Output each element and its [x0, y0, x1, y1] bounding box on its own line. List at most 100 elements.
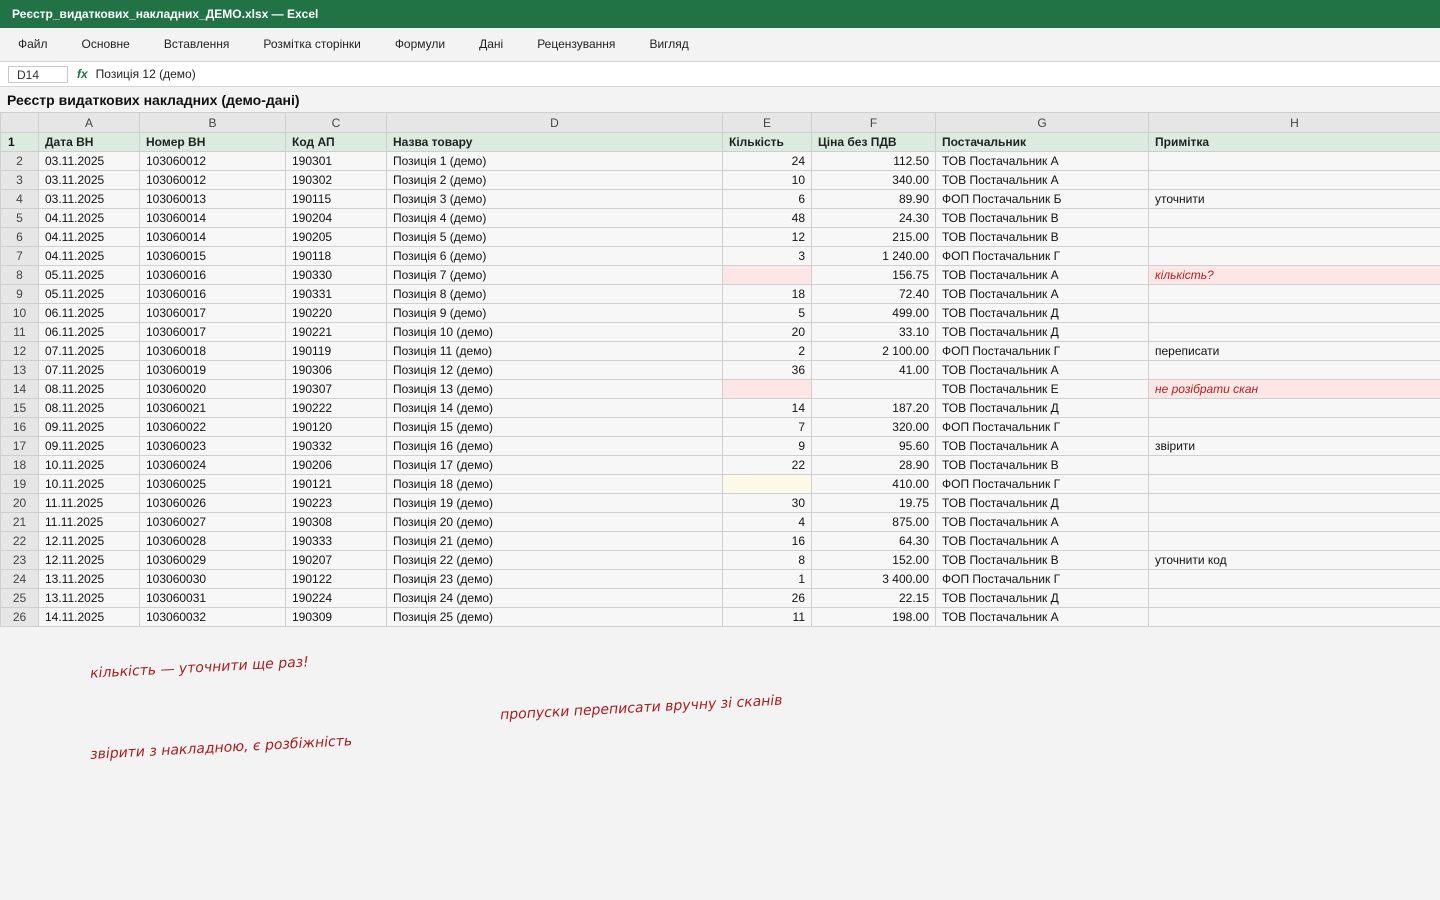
cell-price[interactable]: 72.40: [811, 284, 936, 304]
cell-name[interactable]: Позиція 13 (демо): [386, 379, 723, 399]
cell-note[interactable]: [1148, 246, 1440, 266]
cell-date[interactable]: 07.11.2025: [38, 341, 140, 361]
cell-supplier[interactable]: ТОВ Постачальник Д: [935, 303, 1149, 323]
cell-date[interactable]: 11.11.2025: [38, 512, 140, 532]
menu-data[interactable]: Дані: [462, 28, 520, 61]
row-number[interactable]: 23: [0, 550, 39, 570]
cell-qty[interactable]: [722, 379, 812, 399]
cell-date[interactable]: 05.11.2025: [38, 265, 140, 285]
cell-supplier[interactable]: ТОВ Постачальник Д: [935, 322, 1149, 342]
cell-doc[interactable]: 103060021: [139, 398, 286, 418]
cell-qty[interactable]: 12: [722, 227, 812, 247]
cell-supplier[interactable]: ФОП Постачальник Г: [935, 246, 1149, 266]
cell-price[interactable]: 24.30: [811, 208, 936, 228]
cell-code[interactable]: 190122: [285, 569, 387, 589]
cell-note[interactable]: [1148, 151, 1440, 171]
row-number[interactable]: 24: [0, 569, 39, 589]
cell-note[interactable]: [1148, 588, 1440, 608]
cell-supplier[interactable]: ТОВ Постачальник А: [935, 265, 1149, 285]
cell-name[interactable]: Позиція 24 (демо): [386, 588, 723, 608]
cell-price[interactable]: 64.30: [811, 531, 936, 551]
cell-code[interactable]: 190121: [285, 474, 387, 494]
fx-icon[interactable]: fx: [77, 67, 88, 81]
cell-price[interactable]: 28.90: [811, 455, 936, 475]
cell-doc[interactable]: 103060030: [139, 569, 286, 589]
row-number[interactable]: 15: [0, 398, 39, 418]
row-number[interactable]: 14: [0, 379, 39, 399]
cell-date[interactable]: 03.11.2025: [38, 170, 140, 190]
cell-qty[interactable]: 2: [722, 341, 812, 361]
cell-code[interactable]: 190205: [285, 227, 387, 247]
cell-price[interactable]: 156.75: [811, 265, 936, 285]
cell-supplier[interactable]: ТОВ Постачальник А: [935, 607, 1149, 627]
cell-price[interactable]: 1 240.00: [811, 246, 936, 266]
cell-price[interactable]: 410.00: [811, 474, 936, 494]
cell-code[interactable]: 190207: [285, 550, 387, 570]
row-number[interactable]: 5: [0, 208, 39, 228]
cell-code[interactable]: 190333: [285, 531, 387, 551]
cell-doc[interactable]: 103060017: [139, 322, 286, 342]
column-header[interactable]: D: [386, 112, 723, 133]
cell-supplier[interactable]: ТОВ Постачальник А: [935, 531, 1149, 551]
cell-doc[interactable]: 103060028: [139, 531, 286, 551]
row-number[interactable]: 6: [0, 227, 39, 247]
header-cell[interactable]: Номер ВН: [139, 132, 286, 152]
cell-name[interactable]: Позиція 5 (демо): [386, 227, 723, 247]
cell-qty[interactable]: 14: [722, 398, 812, 418]
header-cell[interactable]: Примітка: [1148, 132, 1440, 152]
cell-code[interactable]: 190301: [285, 151, 387, 171]
cell-date[interactable]: 09.11.2025: [38, 436, 140, 456]
cell-supplier[interactable]: ТОВ Постачальник А: [935, 436, 1149, 456]
cell-name[interactable]: Позиція 19 (демо): [386, 493, 723, 513]
cell-price[interactable]: [811, 379, 936, 399]
cell-supplier[interactable]: ТОВ Постачальник Д: [935, 493, 1149, 513]
row-number[interactable]: 1: [0, 132, 39, 152]
cell-doc[interactable]: 103060023: [139, 436, 286, 456]
select-all-corner[interactable]: [0, 112, 39, 133]
cell-date[interactable]: 04.11.2025: [38, 246, 140, 266]
cell-qty[interactable]: 18: [722, 284, 812, 304]
cell-date[interactable]: 07.11.2025: [38, 360, 140, 380]
cell-doc[interactable]: 103060012: [139, 151, 286, 171]
cell-note[interactable]: [1148, 360, 1440, 380]
cell-note[interactable]: [1148, 398, 1440, 418]
cell-name[interactable]: Позиція 10 (демо): [386, 322, 723, 342]
cell-code[interactable]: 190332: [285, 436, 387, 456]
cell-date[interactable]: 11.11.2025: [38, 493, 140, 513]
cell-code[interactable]: 190308: [285, 512, 387, 532]
cell-name[interactable]: Позиція 11 (демо): [386, 341, 723, 361]
cell-name[interactable]: Позиція 9 (демо): [386, 303, 723, 323]
cell-qty[interactable]: 20: [722, 322, 812, 342]
cell-qty[interactable]: 24: [722, 151, 812, 171]
cell-qty[interactable]: 7: [722, 417, 812, 437]
header-cell[interactable]: Назва товару: [386, 132, 723, 152]
cell-note[interactable]: уточнити: [1148, 189, 1440, 209]
cell-name[interactable]: Позиція 23 (демо): [386, 569, 723, 589]
cell-qty[interactable]: [722, 265, 812, 285]
cell-code[interactable]: 190206: [285, 455, 387, 475]
cell-note[interactable]: [1148, 531, 1440, 551]
cell-price[interactable]: 320.00: [811, 417, 936, 437]
cell-doc[interactable]: 103060014: [139, 227, 286, 247]
cell-qty[interactable]: 6: [722, 189, 812, 209]
menu-formulas[interactable]: Формули: [378, 28, 462, 61]
menu-review[interactable]: Рецензування: [520, 28, 632, 61]
cell-supplier[interactable]: ФОП Постачальник Г: [935, 341, 1149, 361]
cell-price[interactable]: 3 400.00: [811, 569, 936, 589]
menu-home[interactable]: Основне: [65, 28, 147, 61]
cell-date[interactable]: 13.11.2025: [38, 569, 140, 589]
cell-note[interactable]: [1148, 607, 1440, 627]
cell-qty[interactable]: 1: [722, 569, 812, 589]
cell-supplier[interactable]: ТОВ Постачальник А: [935, 360, 1149, 380]
row-number[interactable]: 17: [0, 436, 39, 456]
cell-name[interactable]: Позиція 12 (демо): [386, 360, 723, 380]
cell-supplier[interactable]: ТОВ Постачальник А: [935, 284, 1149, 304]
cell-supplier[interactable]: ТОВ Постачальник Д: [935, 588, 1149, 608]
cell-date[interactable]: 12.11.2025: [38, 550, 140, 570]
cell-code[interactable]: 190120: [285, 417, 387, 437]
column-header[interactable]: E: [722, 112, 812, 133]
row-number[interactable]: 18: [0, 455, 39, 475]
cell-note[interactable]: звірити: [1148, 436, 1440, 456]
cell-price[interactable]: 89.90: [811, 189, 936, 209]
name-box[interactable]: D14: [8, 65, 68, 83]
